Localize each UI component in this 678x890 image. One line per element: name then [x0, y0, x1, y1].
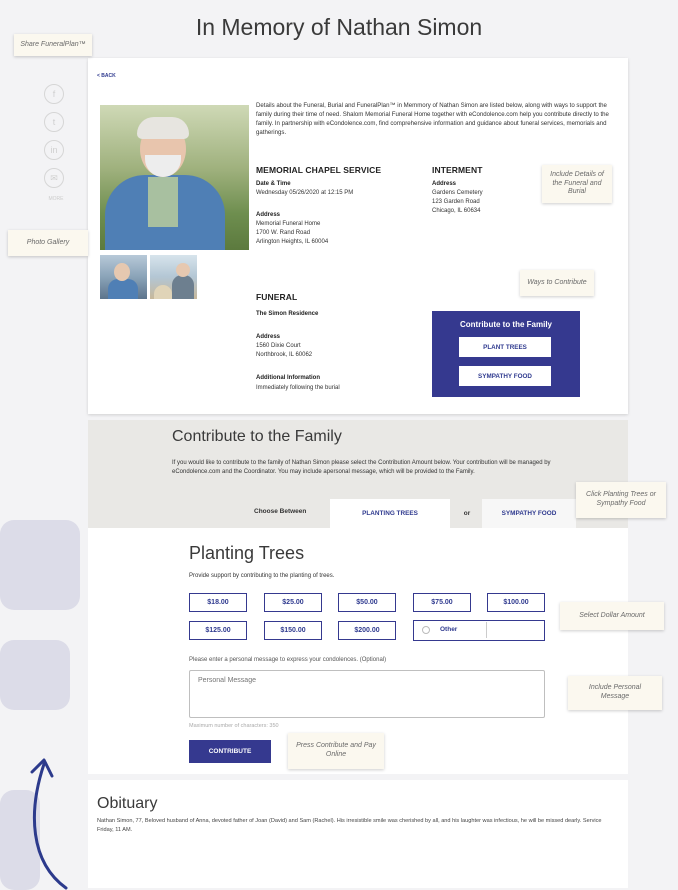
- gallery-thumbnail[interactable]: [150, 255, 197, 299]
- sympathy-food-button[interactable]: SYMPATHY FOOD: [459, 366, 551, 386]
- callout-press: Press Contribute and Pay Online: [288, 733, 384, 769]
- contribute-section-text: If you would like to contribute to the f…: [172, 460, 551, 475]
- other-radio[interactable]: [422, 626, 430, 634]
- other-amount-divider: [486, 622, 487, 638]
- interment-address-line: 123 Garden Road: [432, 199, 480, 205]
- background-shape: [0, 520, 80, 610]
- personal-message-input[interactable]: [189, 670, 545, 718]
- max-characters-label: Maximum number of characters: 350: [189, 723, 279, 729]
- facebook-icon[interactable]: f: [44, 84, 64, 104]
- interment-address-label: Address: [432, 181, 457, 187]
- funeral-address-line: 1560 Dixie Court: [256, 343, 301, 349]
- callout-ways: Ways to Contribute: [520, 270, 594, 296]
- amount-option[interactable]: $75.00: [413, 593, 471, 612]
- callout-photo-gallery: Photo Gallery: [8, 230, 88, 256]
- twitter-icon[interactable]: t: [44, 112, 64, 132]
- obituary-title: Obituary: [97, 795, 158, 812]
- callout-share: Share FuneralPlan™: [14, 34, 92, 56]
- interment-address-line: Chicago, IL 60634: [432, 208, 481, 214]
- planting-trees-subtitle: Provide support by contributing to the p…: [189, 573, 335, 579]
- chapel-address-line: 1700 W. Rand Road: [256, 230, 311, 236]
- chapel-datetime-value: Wednesday 05/26/2020 at 12:15 PM: [256, 190, 354, 196]
- amount-option[interactable]: $200.00: [338, 621, 396, 640]
- funeral-title: FUNERAL: [256, 292, 298, 302]
- page-title: In Memory of Nathan Simon: [195, 14, 483, 40]
- interment-address-line: Gardens Cemetery: [432, 190, 483, 196]
- linkedin-icon[interactable]: in: [44, 140, 64, 160]
- amount-option[interactable]: $25.00: [264, 593, 322, 612]
- contribute-box-title: Contribute to the Family: [460, 320, 552, 329]
- other-amount-field[interactable]: Other: [413, 620, 545, 641]
- contribute-box: Contribute to the Family PLANT TREES SYM…: [432, 311, 580, 397]
- callout-planting: Click Planting Trees or Sympathy Food: [576, 482, 666, 518]
- back-link[interactable]: < BACK: [97, 73, 116, 79]
- funeral-location: The Simon Residence: [256, 311, 319, 317]
- chapel-datetime-label: Date & Time: [256, 181, 291, 187]
- main-photo[interactable]: [100, 105, 249, 250]
- callout-personal: Include Personal Message: [568, 676, 662, 710]
- gallery-thumbnail[interactable]: [100, 255, 147, 299]
- contribute-section-title: Contribute to the Family: [172, 428, 342, 445]
- funeral-address-label: Address: [256, 334, 281, 340]
- tab-sympathy-food[interactable]: SYMPATHY FOOD: [482, 499, 576, 528]
- funeral-additional-label: Additional Information: [256, 375, 320, 381]
- or-label: or: [463, 510, 471, 517]
- more-share-link[interactable]: MORE: [44, 196, 68, 202]
- arrow-icon: [30, 758, 68, 890]
- interment-title: INTERMENT: [432, 165, 483, 175]
- funeral-additional-value: Immediately following the burial: [256, 385, 340, 391]
- plant-trees-button[interactable]: PLANT TREES: [459, 337, 551, 357]
- callout-details: Include Details of the Funeral and Buria…: [542, 165, 612, 203]
- chapel-address-label: Address: [256, 212, 281, 218]
- obituary-text: Nathan Simon, 77, Beloved husband of Ann…: [97, 818, 602, 833]
- email-icon[interactable]: ✉: [44, 168, 64, 188]
- amount-option[interactable]: $125.00: [189, 621, 247, 640]
- amount-option[interactable]: $18.00: [189, 593, 247, 612]
- chapel-address-line: Memorial Funeral Home: [256, 221, 321, 227]
- message-label: Please enter a personal message to expre…: [189, 657, 387, 663]
- amount-option[interactable]: $100.00: [487, 593, 545, 612]
- chapel-address-line: Arlington Heights, IL 60004: [256, 239, 329, 245]
- contribute-button[interactable]: CONTRIBUTE: [189, 740, 271, 763]
- background-shape: [0, 640, 70, 710]
- callout-dollar: Select Dollar Amount: [560, 602, 664, 630]
- choose-between-label: Choose Between: [254, 508, 307, 515]
- other-label: Other: [440, 626, 458, 633]
- funeral-address-line: Northbrook, IL 60062: [256, 352, 313, 358]
- intro-text: Details about the Funeral, Burial and Fu…: [256, 102, 609, 137]
- social-share-bar: f t in ✉ MORE: [44, 84, 68, 202]
- amount-option[interactable]: $150.00: [264, 621, 322, 640]
- tab-planting-trees[interactable]: PLANTING TREES: [330, 499, 450, 528]
- amount-option[interactable]: $50.00: [338, 593, 396, 612]
- chapel-title: MEMORIAL CHAPEL SERVICE: [256, 165, 382, 175]
- planting-trees-title: Planting Trees: [189, 543, 305, 563]
